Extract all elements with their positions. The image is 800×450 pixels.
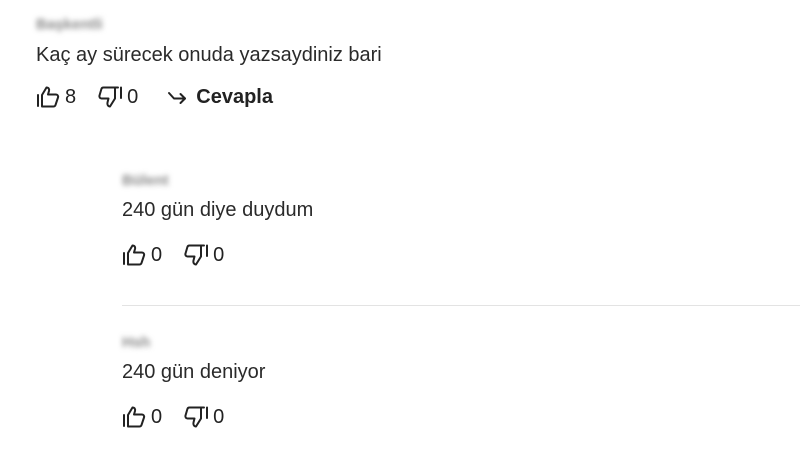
reply-divider [122,305,800,306]
dislike-count: 0 [213,244,225,266]
comment-author: Bülent [122,172,169,189]
comment-reply: Bülent 240 gün diye duydum 0 0 [122,170,782,268]
thumbs-up-icon [36,85,62,109]
comment-text: 240 gün deniyor [122,361,266,383]
reply-button[interactable]: Cevapla [166,85,273,109]
reply-arrow-icon [166,86,188,108]
dislike-count: 0 [213,406,225,428]
reply-label: Cevapla [196,86,273,108]
comment-text: Kaç ay sürecek onuda yazsaydiniz bari [36,44,382,66]
like-button[interactable]: 0 [122,243,162,267]
thumbs-down-icon [98,85,124,109]
comment-author: Hsh [122,334,151,351]
like-count: 0 [151,244,163,266]
thumbs-up-icon [122,405,148,429]
thumbs-down-icon [184,243,210,267]
thumbs-down-icon [184,405,210,429]
comment-actions: 0 0 [122,242,782,268]
like-count: 0 [151,406,163,428]
comment-actions: 0 0 [122,404,782,430]
like-button[interactable]: 8 [36,85,76,109]
dislike-button[interactable]: 0 [98,85,138,109]
comment-author: Başkentli [36,16,103,33]
thumbs-up-icon [122,243,148,267]
comment-main: Başkentli Kaç ay sürecek onuda yazsaydin… [36,14,776,110]
comment-text: 240 gün diye duydum [122,199,314,221]
like-button[interactable]: 0 [122,405,162,429]
like-count: 8 [65,86,77,108]
comment-actions: 8 0 Cevapla [36,84,776,110]
dislike-count: 0 [127,86,139,108]
dislike-button[interactable]: 0 [184,243,224,267]
dislike-button[interactable]: 0 [184,405,224,429]
comment-reply: Hsh 240 gün deniyor 0 0 [122,332,782,430]
